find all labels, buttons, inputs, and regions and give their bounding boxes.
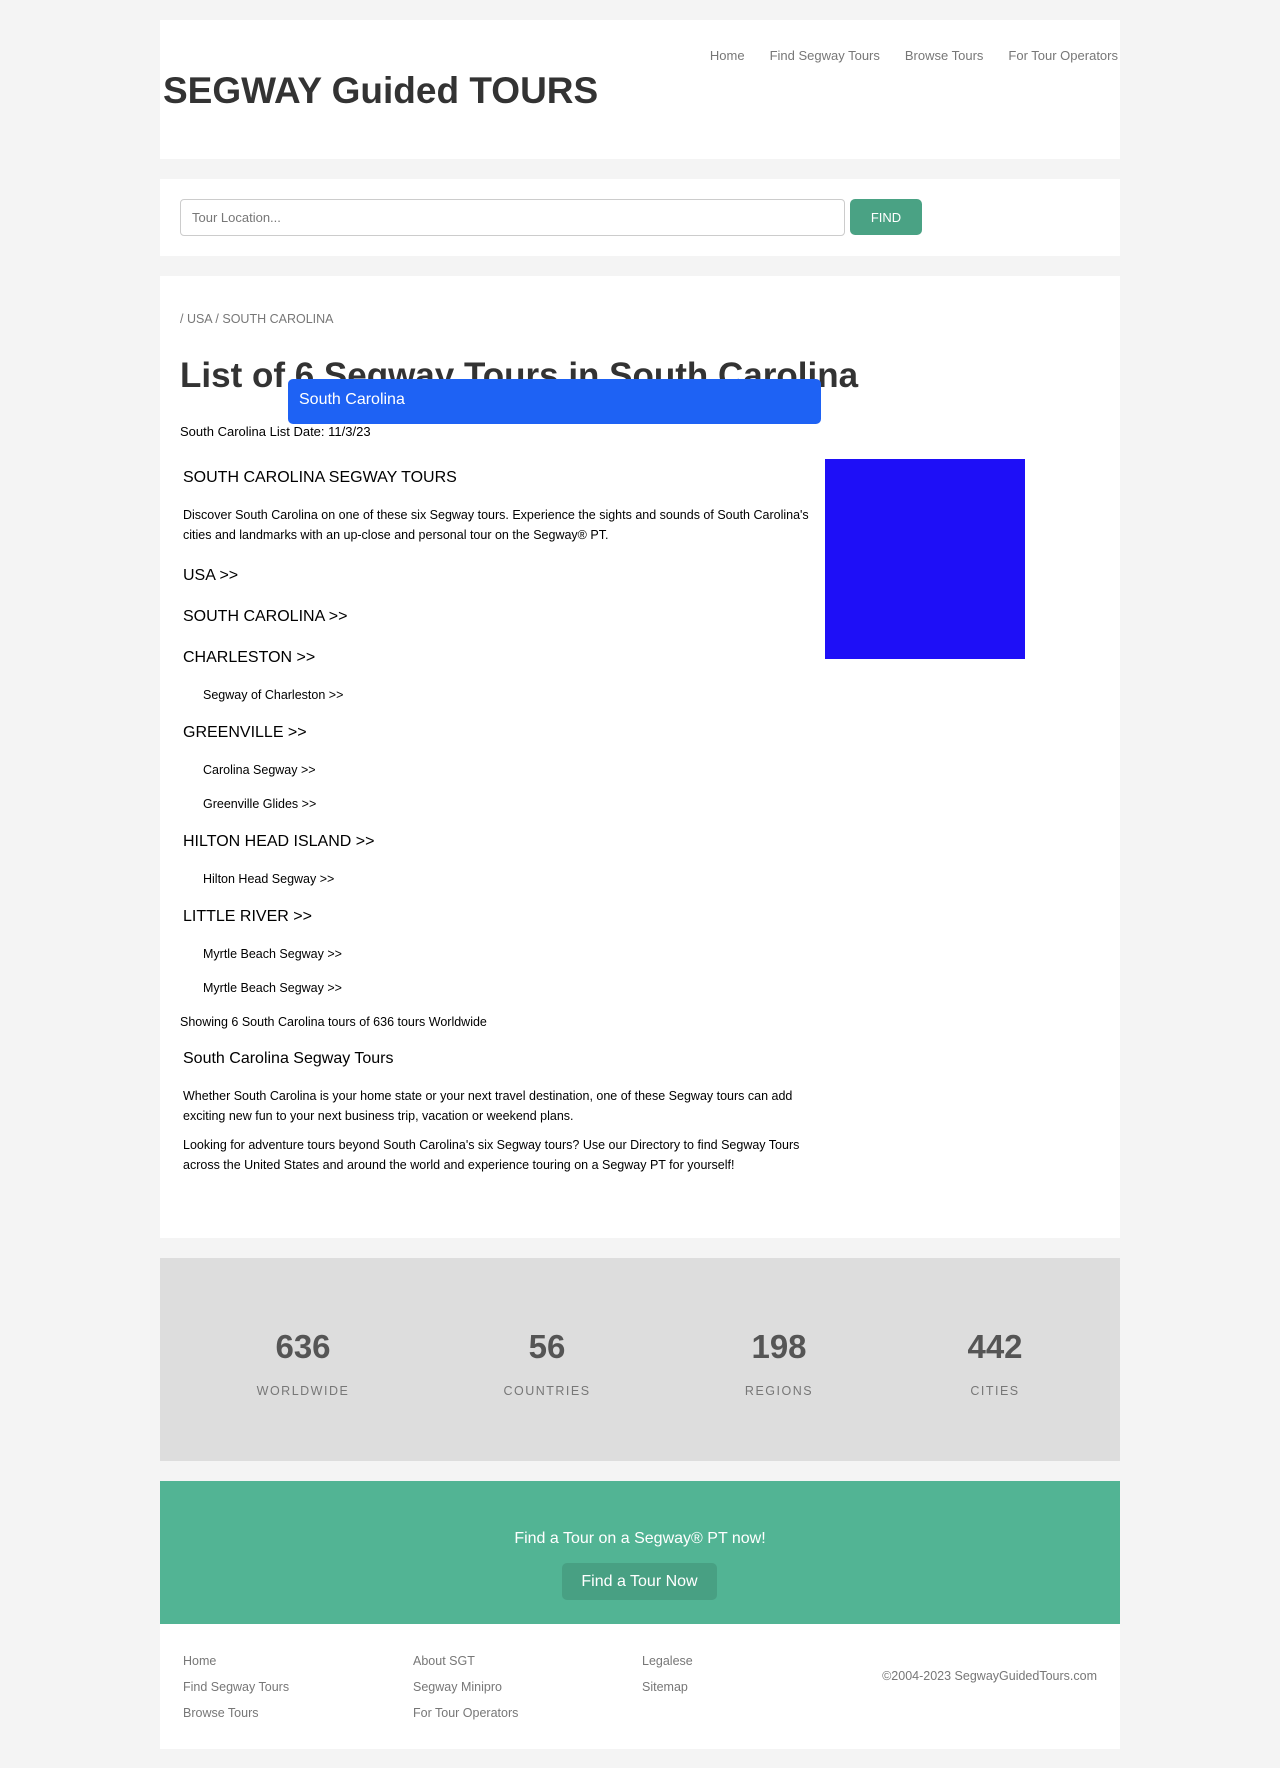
city-link-greenville[interactable]: GREENVILLE >> — [183, 723, 823, 743]
location-label: South Carolina — [288, 379, 821, 424]
state-link-south-carolina[interactable]: SOUTH CAROLINA >> — [183, 607, 823, 627]
call-to-action: Find a Tour on a Segway® PT now! Find a … — [160, 1481, 1120, 1624]
site-footer: Home Find Segway Tours Browse Tours Abou… — [160, 1624, 1120, 1749]
nav-browse-tours[interactable]: Browse Tours — [905, 48, 984, 63]
find-button[interactable]: FIND — [850, 199, 922, 235]
stat-label: COUNTRIES — [503, 1384, 591, 1398]
stat-label: CITIES — [970, 1384, 1020, 1398]
tour-link[interactable]: Carolina Segway >> — [183, 762, 823, 778]
footer-link-for-tour-operators[interactable]: For Tour Operators — [413, 1700, 518, 1726]
stats-bar: 636 WORLDWIDE 56 COUNTRIES 198 REGIONS 4… — [160, 1258, 1120, 1461]
subheading: South Carolina Segway Tours — [183, 1050, 394, 1067]
footer-link-home[interactable]: Home — [183, 1648, 289, 1674]
footer-column: About SGT Segway Minipro For Tour Operat… — [413, 1648, 518, 1726]
tour-count: Showing 6 South Carolina tours of 636 to… — [180, 1015, 487, 1029]
tour-location-input[interactable] — [180, 199, 845, 236]
footer-link-about-sgt[interactable]: About SGT — [413, 1648, 518, 1674]
footer-column: Legalese Sitemap — [642, 1648, 693, 1700]
stat-value: 442 — [967, 1328, 1023, 1365]
state-image — [825, 459, 1025, 659]
stat-label: REGIONS — [744, 1384, 814, 1398]
footer-link-find-segway-tours[interactable]: Find Segway Tours — [183, 1674, 289, 1700]
footer-column: Home Find Segway Tours Browse Tours — [183, 1648, 289, 1726]
site-header: SEGWAY Guided TOURS Home Find Segway Tou… — [160, 20, 1120, 159]
nav-for-tour-operators[interactable]: For Tour Operators — [1008, 48, 1118, 63]
footer-link-browse-tours[interactable]: Browse Tours — [183, 1700, 289, 1726]
city-link-little-river[interactable]: LITTLE RIVER >> — [183, 907, 823, 927]
tour-list: SOUTH CAROLINA SEGWAY TOURS Discover Sou… — [180, 468, 823, 1175]
copyright: ©2004-2023 SegwayGuidedTours.com — [882, 1669, 1097, 1683]
stat-value: 636 — [275, 1328, 331, 1365]
stat-value: 56 — [528, 1328, 566, 1365]
footer-link-legalese[interactable]: Legalese — [642, 1648, 693, 1674]
list-date: South Carolina List Date: 11/3/23 — [180, 424, 371, 439]
intro-text: Discover South Carolina on one of these … — [183, 508, 809, 542]
city-link-hilton-head-island[interactable]: HILTON HEAD ISLAND >> — [183, 832, 823, 852]
find-a-tour-now-button[interactable]: Find a Tour Now — [562, 1563, 717, 1600]
stat-countries: 56 COUNTRIES — [447, 1328, 647, 1398]
stat-cities: 442 CITIES — [895, 1328, 1095, 1398]
stat-label: WORLDWIDE — [256, 1384, 350, 1398]
tour-link[interactable]: Myrtle Beach Segway >> — [183, 980, 823, 996]
tour-link[interactable]: Hilton Head Segway >> — [183, 871, 823, 887]
search-bar: FIND — [160, 179, 1120, 256]
nav-home[interactable]: Home — [710, 48, 745, 63]
tour-link[interactable]: Myrtle Beach Segway >> — [183, 946, 823, 962]
stat-regions: 198 REGIONS — [679, 1328, 879, 1398]
country-link-usa[interactable]: USA >> — [183, 566, 823, 586]
nav-find-segway-tours[interactable]: Find Segway Tours — [770, 48, 880, 63]
stat-worldwide: 636 WORLDWIDE — [203, 1328, 403, 1398]
body-paragraph: Whether South Carolina is your home stat… — [183, 1089, 793, 1123]
footer-link-sitemap[interactable]: Sitemap — [642, 1674, 693, 1700]
stat-value: 198 — [751, 1328, 807, 1365]
site-title[interactable]: SEGWAY Guided TOURS — [163, 70, 598, 112]
tour-link[interactable]: Greenville Glides >> — [183, 796, 823, 812]
city-link-charleston[interactable]: CHARLESTON >> — [183, 648, 823, 668]
tour-link[interactable]: Segway of Charleston >> — [183, 687, 823, 703]
breadcrumb: / USA / SOUTH CAROLINA — [180, 312, 334, 326]
main-nav: Home Find Segway Tours Browse Tours For … — [710, 48, 1118, 63]
cta-text: Find a Tour on a Segway® PT now! — [514, 1530, 766, 1547]
body-paragraph: Looking for adventure tours beyond South… — [183, 1138, 800, 1172]
main-content: / USA / SOUTH CAROLINA List of 6 Segway … — [160, 276, 1120, 1238]
section-heading: SOUTH CAROLINA SEGWAY TOURS — [183, 469, 457, 486]
footer-link-segway-minipro[interactable]: Segway Minipro — [413, 1674, 518, 1700]
